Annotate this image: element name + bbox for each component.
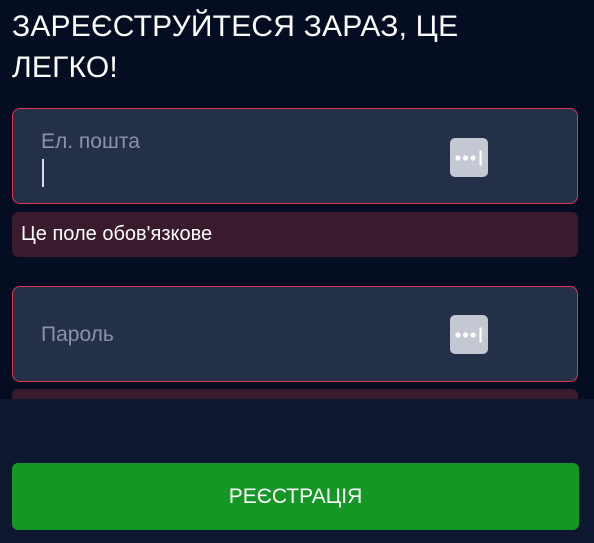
register-button[interactable]: РЕЄСТРАЦІЯ — [12, 463, 579, 530]
password-placeholder: Пароль — [41, 323, 114, 346]
email-field[interactable]: Ел. пошта — [12, 108, 578, 204]
form-title: ЗАРЕЄСТРУЙТЕСЯ ЗАРАЗ, ЦЕ ЛЕГКО! — [12, 10, 459, 84]
password-manager-icon-glyph — [455, 150, 482, 166]
registration-form: ЗАРЕЄСТРУЙТЕСЯ ЗАРАЗ, ЦЕ ЛЕГКО! Ел. пошт… — [0, 0, 594, 543]
password-manager-icon[interactable] — [450, 315, 488, 354]
password-manager-icon-glyph — [455, 327, 482, 343]
password-field[interactable]: Пароль — [12, 286, 578, 382]
text-cursor — [42, 159, 44, 187]
email-error-message: Це поле обов'язкове — [12, 212, 578, 257]
email-placeholder: Ел. пошта — [41, 130, 140, 153]
password-manager-icon[interactable] — [450, 138, 488, 177]
password-error-message — [12, 389, 578, 399]
